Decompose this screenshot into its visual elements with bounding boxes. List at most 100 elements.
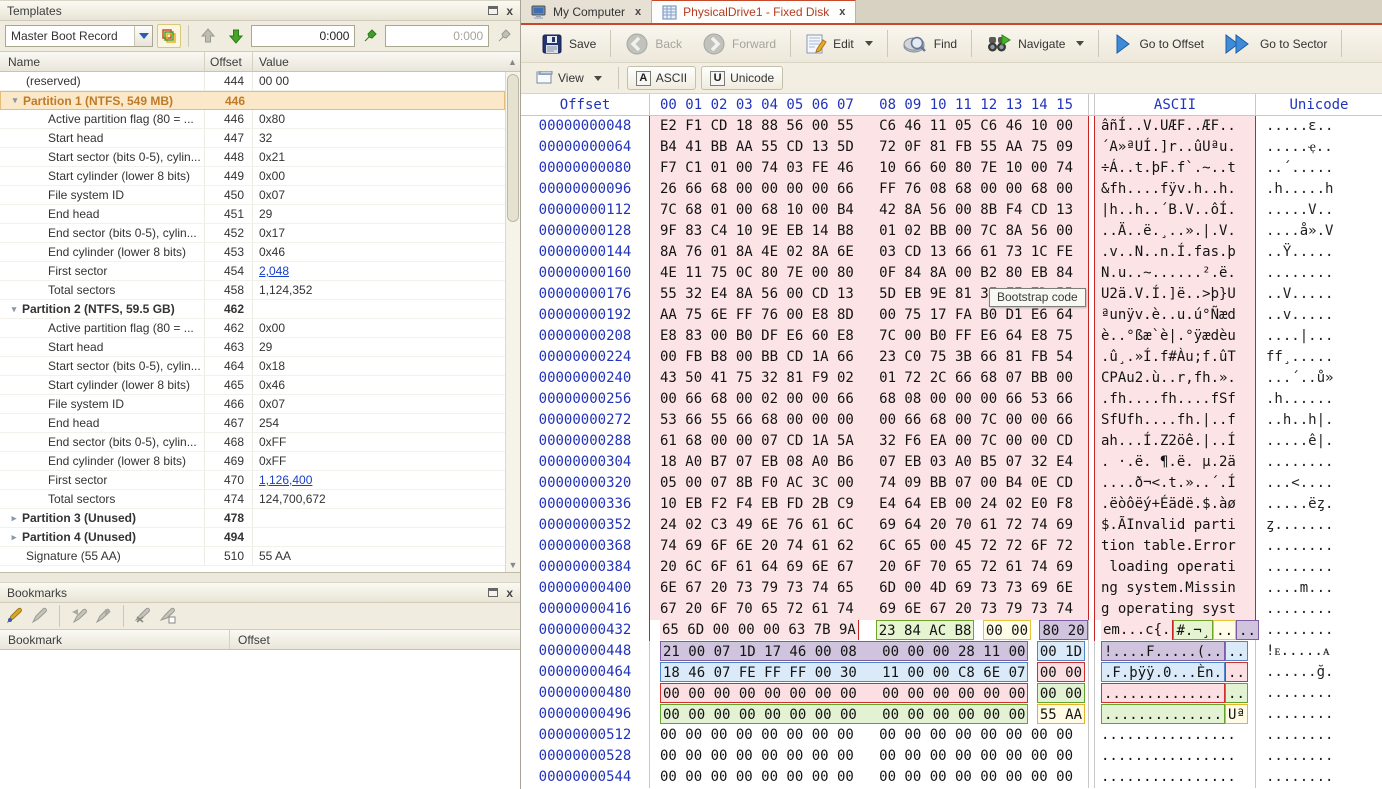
next-item-button[interactable] <box>224 24 248 48</box>
hex-segment-p3[interactable]: .............. <box>1101 683 1225 703</box>
hex-segment-sig[interactable]: 23 84 AC B8 <box>876 620 975 640</box>
hex-bytes-cell[interactable]: 4E 11 75 0C 80 7E 00 80 0F 84 8A 00 B2 8… <box>649 263 1089 284</box>
ascii-cell[interactable]: em...c{.#.¬¸.... <box>1094 620 1256 641</box>
unicode-cell[interactable]: .....V.. <box>1256 200 1382 221</box>
add-bookmark-button[interactable] <box>6 606 24 627</box>
ascii-cell[interactable]: ................ <box>1094 725 1256 746</box>
hex-bytes-cell[interactable]: 05 00 07 8B F0 AC 3C 00 74 09 BB 07 00 B… <box>649 473 1089 494</box>
close-panel-icon[interactable]: x <box>506 6 513 16</box>
unicode-toggle-button[interactable]: U Unicode <box>701 66 783 90</box>
hex-bytes-cell[interactable]: 00 00 00 00 00 00 00 00 00 00 00 00 00 0… <box>649 704 1089 725</box>
hex-bytes-cell[interactable]: 8A 76 01 8A 4E 02 8A 6E 03 CD 13 66 61 7… <box>649 242 1089 263</box>
ascii-cell[interactable]: CPAu2.ù..r,fh.». <box>1094 368 1256 389</box>
hex-bytes-cell[interactable]: 61 68 00 00 07 CD 1A 5A 32 F6 EA 00 7C 0… <box>649 431 1089 452</box>
find-button[interactable]: Find <box>892 29 967 59</box>
unicode-cell[interactable]: .....ҿ.. <box>1256 137 1382 158</box>
hex-segment-p2[interactable]: .F.þÿÿ.0...Èn. <box>1101 662 1225 682</box>
unicode-cell[interactable]: ..V..... <box>1256 284 1382 305</box>
navigate-button[interactable]: Navigate <box>976 29 1094 59</box>
hex-segment-bootseg[interactable]: em...c{. <box>1101 620 1173 640</box>
ascii-cell[interactable]: .û¸.»Í.f#Àu;f.ûT <box>1094 347 1256 368</box>
hex-bytes-cell[interactable]: 26 66 68 00 00 00 00 66 FF 76 08 68 00 0… <box>649 179 1089 200</box>
unicode-cell[interactable]: ȥ....... <box>1256 515 1382 536</box>
ascii-cell[interactable]: |h..h..´B.V..ôÍ. <box>1094 200 1256 221</box>
hex-bytes-cell[interactable]: 65 6D 00 00 00 63 7B 9A 23 84 AC B8 00 0… <box>649 620 1089 641</box>
unicode-cell[interactable]: ........ <box>1256 536 1382 557</box>
ascii-cell[interactable]: ´A»ªUÍ.]r..ûUªu. <box>1094 137 1256 158</box>
unicode-cell[interactable]: ........ <box>1256 263 1382 284</box>
template-row[interactable]: Total sectors474124,700,672 <box>0 490 505 509</box>
unicode-cell[interactable]: ........ <box>1256 620 1382 641</box>
hex-segment-p2[interactable]: 18 46 07 FE FF FF 00 30 11 00 00 C8 6E 0… <box>660 662 1028 682</box>
prev-bookmark-button[interactable] <box>70 606 88 627</box>
ascii-cell[interactable]: loading operati <box>1094 557 1256 578</box>
column-header-offset[interactable]: Offset <box>205 52 253 71</box>
unicode-cell[interactable]: ........ <box>1256 452 1382 473</box>
hex-segment-p3[interactable]: 00 00 00 00 00 00 00 00 00 00 00 00 00 0… <box>660 683 1028 703</box>
column-header-name[interactable]: Name <box>0 52 205 71</box>
hex-segment-p3[interactable]: .. <box>1225 662 1248 682</box>
template-row[interactable]: Start head46329 <box>0 338 505 357</box>
hex-bytes-cell[interactable]: 53 66 55 66 68 00 00 00 00 66 68 00 7C 0… <box>649 410 1089 431</box>
chevron-down-icon[interactable] <box>134 26 152 46</box>
ascii-cell[interactable]: $.ÃInvalid parti <box>1094 515 1256 536</box>
unicode-cell[interactable]: .....ε.. <box>1256 116 1382 137</box>
template-row[interactable]: ▾Partition 1 (NTFS, 549 MB)446 <box>0 91 505 110</box>
column-header-bookmark-offset[interactable]: Offset <box>230 630 520 649</box>
tab-my-computer[interactable]: My Computer x <box>521 0 652 23</box>
ascii-cell[interactable]: ªunÿv.è..u.ú°Ñæd <box>1094 305 1256 326</box>
template-row[interactable]: ▸Partition 4 (Unused)494 <box>0 528 505 547</box>
next-bookmark-button[interactable] <box>95 606 113 627</box>
template-offset-input[interactable] <box>251 25 355 47</box>
unicode-cell[interactable]: ..h..h|. <box>1256 410 1382 431</box>
chevron-down-icon[interactable] <box>594 76 602 81</box>
hex-bytes-cell[interactable]: F7 C1 01 00 74 03 FE 46 10 66 60 80 7E 1… <box>649 158 1089 179</box>
unicode-cell[interactable]: ..v..... <box>1256 305 1382 326</box>
template-row[interactable]: (reserved)44400 00 <box>0 72 505 91</box>
delete-all-bookmarks-button[interactable] <box>159 606 177 627</box>
hex-bytes-cell[interactable]: 00 00 00 00 00 00 00 00 00 00 00 00 00 0… <box>649 746 1089 767</box>
unicode-cell[interactable]: .h...... <box>1256 389 1382 410</box>
hex-bytes-cell[interactable]: 21 00 07 1D 17 46 00 08 00 00 00 28 11 0… <box>649 641 1089 662</box>
template-row[interactable]: ▸Partition 3 (Unused)478 <box>0 509 505 528</box>
unicode-cell[interactable]: ........ <box>1256 557 1382 578</box>
close-tab-icon[interactable]: x <box>839 6 845 18</box>
pin-offset-button[interactable] <box>359 25 381 47</box>
unicode-cell[interactable]: ...´..ů» <box>1256 368 1382 389</box>
float-panel-icon[interactable] <box>488 588 498 597</box>
hex-bytes-cell[interactable]: 00 00 00 00 00 00 00 00 00 00 00 00 00 0… <box>649 683 1089 704</box>
template-row[interactable]: Signature (55 AA)51055 AA <box>0 547 505 566</box>
unicode-cell[interactable]: ....|... <box>1256 326 1382 347</box>
template-select[interactable]: Master Boot Record <box>5 25 153 47</box>
template-row[interactable]: Total sectors4581,124,352 <box>0 281 505 300</box>
hex-bytes-cell[interactable]: B4 41 BB AA 55 CD 13 5D 72 0F 81 FB 55 A… <box>649 137 1089 158</box>
hex-bytes-cell[interactable]: 43 50 41 75 32 81 F9 02 01 72 2C 66 68 0… <box>649 368 1089 389</box>
close-tab-icon[interactable]: x <box>635 6 641 18</box>
unicode-cell[interactable]: .....ê|. <box>1256 431 1382 452</box>
scroll-up-icon[interactable]: ▲ <box>505 52 520 71</box>
ascii-cell[interactable]: ..............Uª <box>1094 704 1256 725</box>
unicode-cell[interactable]: ........ <box>1256 767 1382 788</box>
template-row[interactable]: End sector (bits 0-5), cylin...4680xFF <box>0 433 505 452</box>
hex-segment-p3[interactable]: 00 00 <box>1037 662 1085 682</box>
hex-bytes-cell[interactable]: E2 F1 CD 18 88 56 00 55 C6 46 11 05 C6 4… <box>649 116 1089 137</box>
forward-button[interactable]: Forward <box>692 29 786 59</box>
hex-segment-res[interactable]: 00 00 <box>983 620 1031 640</box>
template-row[interactable]: End sector (bits 0-5), cylin...4520x17 <box>0 224 505 243</box>
hex-bytes-cell[interactable]: 18 A0 B7 07 EB 08 A0 B6 07 EB 03 A0 B5 0… <box>649 452 1089 473</box>
view-button[interactable]: View <box>528 66 610 90</box>
goto-sector-button[interactable]: Go to Sector <box>1214 29 1337 59</box>
chevron-collapsed-icon[interactable]: ▸ <box>6 513 22 524</box>
template-row[interactable]: Start cylinder (lower 8 bits)4650x46 <box>0 376 505 395</box>
column-header-bookmark[interactable]: Bookmark <box>0 630 230 649</box>
hex-segment-p4[interactable]: .............. <box>1101 704 1225 724</box>
hex-segment-sigAA[interactable]: 55 AA <box>1037 704 1085 724</box>
hex-segment-p2[interactable]: .. <box>1225 641 1248 661</box>
hex-segment-sigAA[interactable]: Uª <box>1225 704 1248 724</box>
hex-segment-p1[interactable]: 80 20 <box>1039 620 1087 640</box>
hex-segment-res[interactable]: .. <box>1213 620 1236 640</box>
template-row[interactable]: File system ID4500x07 <box>0 186 505 205</box>
unicode-cell[interactable]: ........ <box>1256 746 1382 767</box>
template-offset-input-2[interactable] <box>385 25 489 47</box>
unicode-cell[interactable]: ......ğ. <box>1256 662 1382 683</box>
